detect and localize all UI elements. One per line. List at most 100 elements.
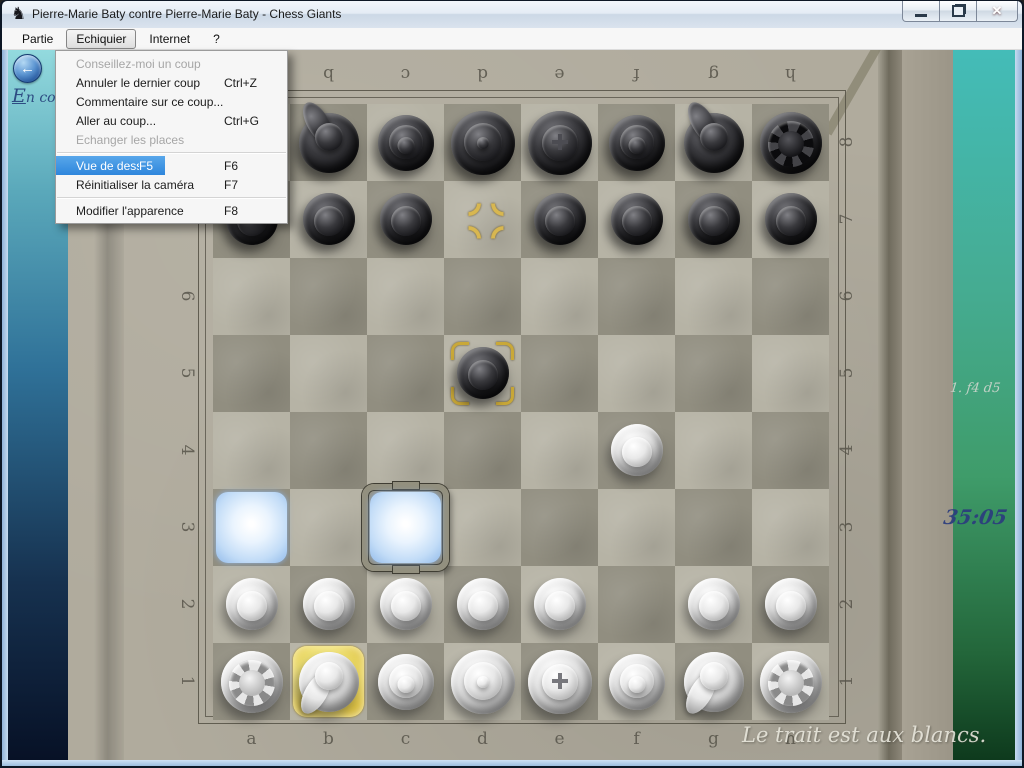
piece-white-pawn-h2[interactable] bbox=[752, 566, 829, 643]
piece-black-king-e8[interactable] bbox=[521, 104, 598, 181]
titlebar[interactable]: ♞ Pierre-Marie Baty contre Pierre-Marie … bbox=[2, 1, 1022, 29]
menu-item-modifier-l-apparence[interactable]: Modifier l'apparenceF8 bbox=[56, 201, 287, 220]
menu-item-vue-par-d-faut[interactable]: Vue par défautF6 bbox=[56, 156, 287, 175]
file-label-bottom-g: g bbox=[675, 729, 752, 749]
piece-white-pawn-f4[interactable] bbox=[598, 412, 675, 489]
piece-white-knight-g1[interactable] bbox=[675, 643, 752, 720]
square-a6[interactable] bbox=[213, 258, 290, 335]
square-c6[interactable] bbox=[367, 258, 444, 335]
square-d7[interactable] bbox=[444, 181, 521, 258]
piece-black-pawn-e7[interactable] bbox=[521, 181, 598, 258]
window-border-bottom bbox=[2, 760, 1022, 766]
square-f6[interactable] bbox=[598, 258, 675, 335]
square-a5[interactable] bbox=[213, 335, 290, 412]
menu-item-shortcut: F7 bbox=[224, 178, 275, 192]
turn-status-text: Le trait est aux blancs. bbox=[742, 723, 986, 747]
piece-white-pawn-e2[interactable] bbox=[521, 566, 598, 643]
menu-item-r-initialiser-la-cam-ra[interactable]: Réinitialiser la caméraF7 bbox=[56, 175, 287, 194]
piece-white-bishop-f1[interactable] bbox=[598, 643, 675, 720]
piece-white-pawn-g2[interactable] bbox=[675, 566, 752, 643]
menubar-item-?[interactable]: ? bbox=[203, 29, 230, 49]
square-e5[interactable] bbox=[521, 335, 598, 412]
back-arrow-button[interactable]: ← bbox=[13, 54, 42, 83]
pawn-head bbox=[545, 206, 575, 236]
menu-item-annuler-le-dernier-coup[interactable]: Annuler le dernier coupCtrl+Z bbox=[56, 73, 287, 92]
square-c3[interactable] bbox=[367, 489, 444, 566]
piece-white-rook-h1[interactable] bbox=[752, 643, 829, 720]
piece-black-pawn-g7[interactable] bbox=[675, 181, 752, 258]
square-a3[interactable] bbox=[213, 489, 290, 566]
piece-white-pawn-c2[interactable] bbox=[367, 566, 444, 643]
square-b4[interactable] bbox=[290, 412, 367, 489]
square-h6[interactable] bbox=[752, 258, 829, 335]
piece-white-pawn-d2[interactable] bbox=[444, 566, 521, 643]
menu-item-label: Vue par défaut bbox=[76, 159, 224, 173]
square-a4[interactable] bbox=[213, 412, 290, 489]
menu-item-commentaire-sur-ce-coup[interactable]: Commentaire sur ce coup... bbox=[56, 92, 287, 111]
piece-white-pawn-b2[interactable] bbox=[290, 566, 367, 643]
menubar-item-partie[interactable]: Partie bbox=[12, 29, 63, 49]
square-h4[interactable] bbox=[752, 412, 829, 489]
piece-white-pawn-a2[interactable] bbox=[213, 566, 290, 643]
square-g6[interactable] bbox=[675, 258, 752, 335]
pawn-head bbox=[545, 591, 575, 621]
minimize-button[interactable] bbox=[902, 1, 940, 22]
square-e4[interactable] bbox=[521, 412, 598, 489]
piece-black-bishop-c8[interactable] bbox=[367, 104, 444, 181]
square-f2[interactable] bbox=[598, 566, 675, 643]
piece-white-bishop-c1[interactable] bbox=[367, 643, 444, 720]
square-b5[interactable] bbox=[290, 335, 367, 412]
piece-black-knight-g8[interactable] bbox=[675, 104, 752, 181]
square-e6[interactable] bbox=[521, 258, 598, 335]
menu-separator bbox=[57, 197, 286, 198]
square-b6[interactable] bbox=[290, 258, 367, 335]
menu-item-shortcut: Ctrl+Z bbox=[224, 76, 275, 90]
file-label-top-e: e bbox=[521, 64, 598, 84]
piece-black-pawn-b7[interactable] bbox=[290, 181, 367, 258]
restore-button[interactable] bbox=[939, 1, 977, 22]
menu-item-label: Echanger les places bbox=[76, 133, 224, 147]
close-button[interactable]: ✕ bbox=[976, 1, 1018, 22]
queen-crown-dot bbox=[477, 676, 489, 688]
rank-label-left-2: 2 bbox=[176, 593, 198, 615]
piece-black-rook-h8[interactable] bbox=[752, 104, 829, 181]
table-side-surface bbox=[902, 50, 954, 760]
square-g3[interactable] bbox=[675, 489, 752, 566]
menu-item-conseillez-moi-un-coup[interactable]: Conseillez-moi un coup bbox=[56, 54, 287, 73]
square-f5[interactable] bbox=[598, 335, 675, 412]
piece-black-queen-d8[interactable] bbox=[444, 104, 521, 181]
square-c4[interactable] bbox=[367, 412, 444, 489]
piece-white-king-e1[interactable] bbox=[521, 643, 598, 720]
square-h3[interactable] bbox=[752, 489, 829, 566]
square-e3[interactable] bbox=[521, 489, 598, 566]
piece-black-pawn-d5[interactable] bbox=[444, 335, 521, 412]
piece-black-bishop-f8[interactable] bbox=[598, 104, 675, 181]
piece-black-pawn-c7[interactable] bbox=[367, 181, 444, 258]
menubar-item-internet[interactable]: Internet bbox=[139, 29, 200, 49]
square-g5[interactable] bbox=[675, 335, 752, 412]
knight-head bbox=[315, 662, 343, 690]
menu-item-label: Annuler le dernier coup bbox=[76, 76, 224, 90]
menu-separator bbox=[57, 152, 286, 153]
square-d3[interactable] bbox=[444, 489, 521, 566]
menu-item-aller-au-coup[interactable]: Aller au coup...Ctrl+G bbox=[56, 111, 287, 130]
square-b3[interactable] bbox=[290, 489, 367, 566]
piece-white-queen-d1[interactable] bbox=[444, 643, 521, 720]
file-label-bottom-c: c bbox=[367, 729, 444, 749]
piece-black-knight-b8[interactable] bbox=[290, 104, 367, 181]
square-f3[interactable] bbox=[598, 489, 675, 566]
rank-label-left-1: 1 bbox=[176, 670, 198, 692]
menubar-item-echiquier[interactable]: Echiquier bbox=[66, 29, 136, 49]
menu-item-echanger-les-places[interactable]: Echanger les places bbox=[56, 130, 287, 149]
rank-label-right-4: 4 bbox=[836, 439, 858, 461]
square-h5[interactable] bbox=[752, 335, 829, 412]
piece-white-rook-a1[interactable] bbox=[213, 643, 290, 720]
square-c5[interactable] bbox=[367, 335, 444, 412]
square-g4[interactable] bbox=[675, 412, 752, 489]
piece-black-pawn-h7[interactable] bbox=[752, 181, 829, 258]
square-d4[interactable] bbox=[444, 412, 521, 489]
piece-black-pawn-f7[interactable] bbox=[598, 181, 675, 258]
square-d6[interactable] bbox=[444, 258, 521, 335]
rank-label-left-3: 3 bbox=[176, 516, 198, 538]
piece-white-knight-b1[interactable] bbox=[290, 643, 367, 720]
